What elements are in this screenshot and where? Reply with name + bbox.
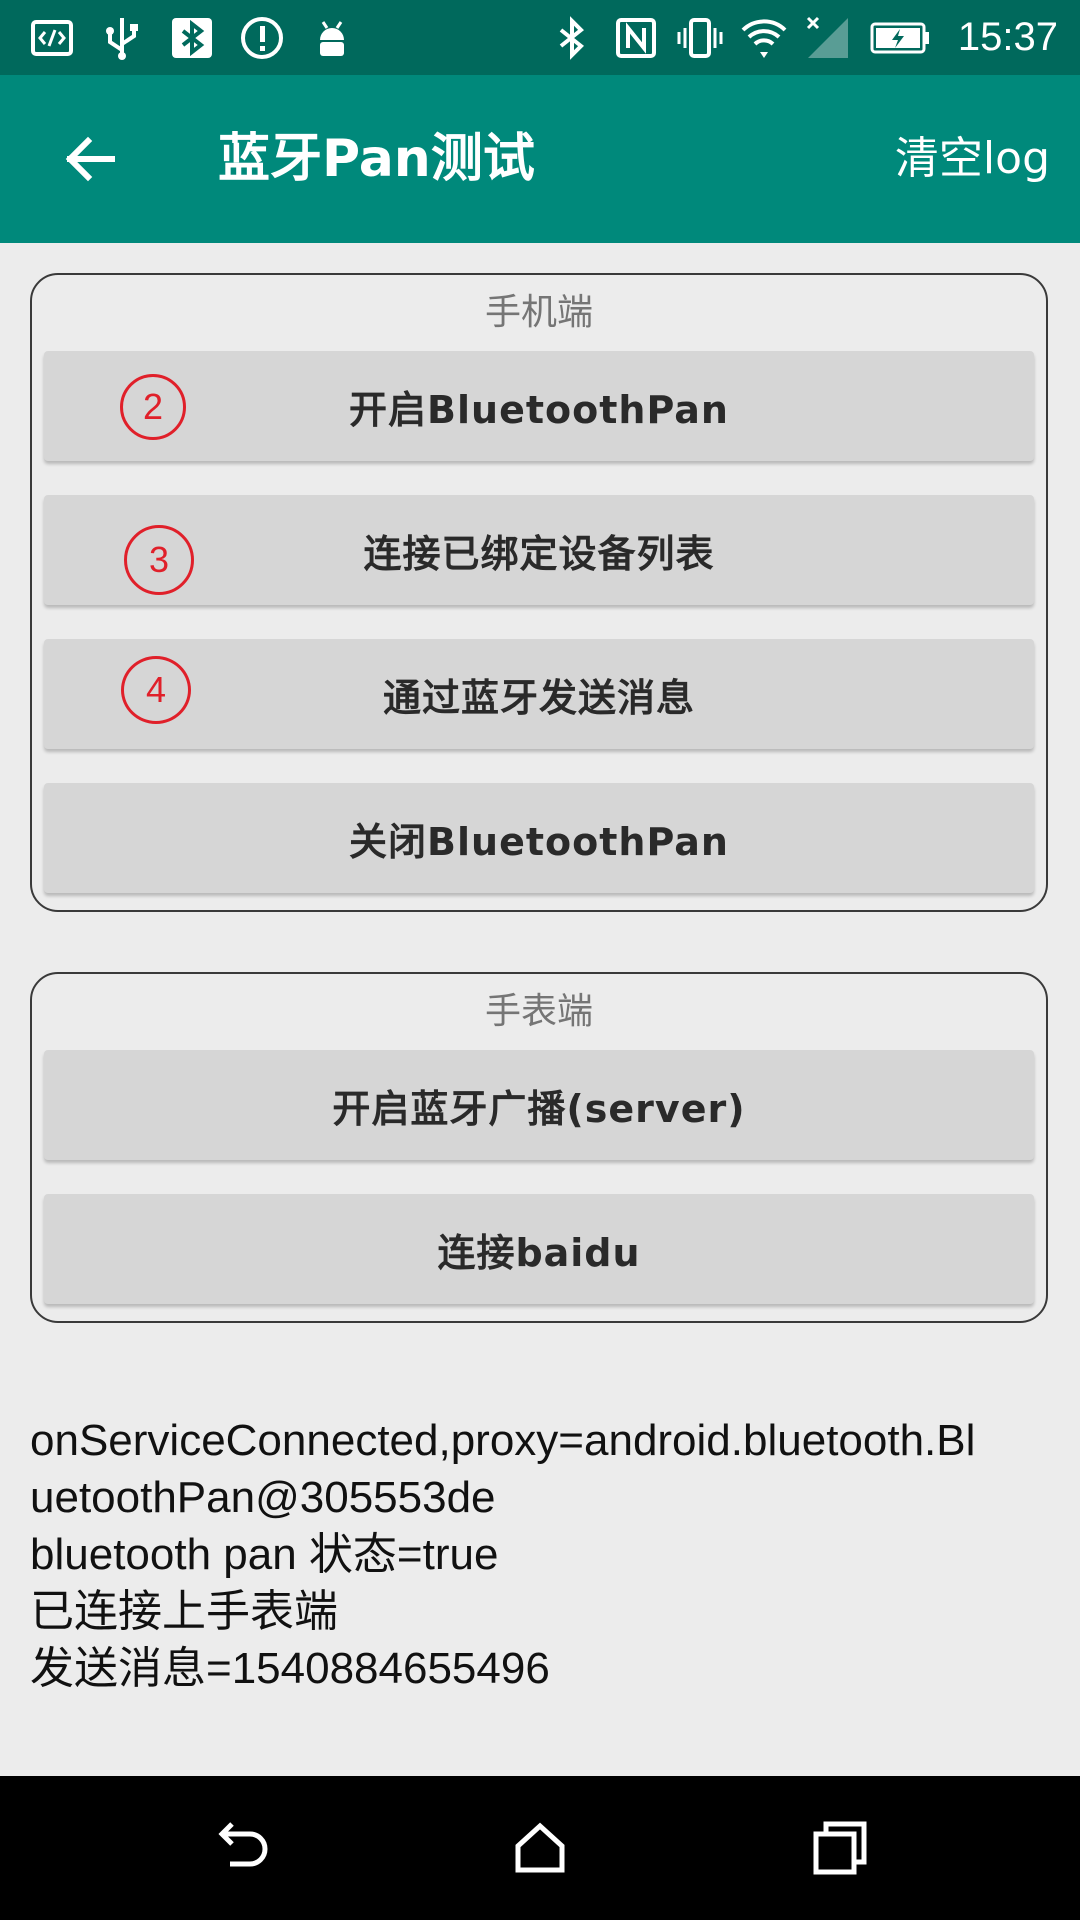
log-line: 发送消息=1540884655496 <box>30 1644 550 1693</box>
step-marker: 2 <box>120 374 186 440</box>
step-marker-label: 4 <box>145 669 167 710</box>
log-line: 已连接上手表端 <box>30 1587 338 1636</box>
wifi-icon <box>741 18 787 58</box>
recents-icon <box>813 1821 867 1875</box>
step-marker-label: 3 <box>148 539 170 580</box>
code-icon <box>31 19 73 56</box>
vibrate-icon <box>677 17 723 58</box>
nav-home-button[interactable] <box>508 1816 572 1880</box>
arrow-left-icon <box>65 136 115 182</box>
start-bluetooth-broadcast-button[interactable]: 开启蓝牙广播(server) <box>44 1050 1034 1160</box>
button-label: 关闭BluetoothPan <box>349 819 729 864</box>
alert-icon <box>241 16 283 59</box>
button-label: 开启BluetoothPan <box>349 387 729 432</box>
log-output: onServiceConnected,proxy=android.bluetoo… <box>30 1412 1060 1697</box>
bluetooth-icon <box>172 17 212 58</box>
log-line: bluetooth pan 状态=true <box>30 1530 499 1579</box>
section-title: 手机端 <box>484 292 593 333</box>
clear-log-button[interactable]: 清空log <box>895 75 1050 243</box>
step-marker: 3 <box>124 525 194 595</box>
log-line: uetoothPan@305553de <box>30 1473 496 1522</box>
status-bar: 15:37 <box>0 0 1080 75</box>
status-bar-left <box>28 0 356 75</box>
battery-icon <box>870 22 929 53</box>
nav-back-button[interactable] <box>208 1816 272 1880</box>
log-line: onServiceConnected,proxy=android.bluetoo… <box>30 1416 976 1465</box>
step-marker-label: 2 <box>142 386 164 427</box>
android-icon <box>320 20 344 56</box>
phone-section: 手机端 开启BluetoothPan 2 连接已绑定设备列表 3 通过蓝牙发送消… <box>30 273 1048 912</box>
connect-baidu-button[interactable]: 连接baidu <box>44 1194 1034 1304</box>
bluetooth-icon <box>559 15 584 60</box>
back-button[interactable] <box>48 117 132 201</box>
back-icon <box>218 1822 268 1867</box>
signal-icon <box>806 16 848 58</box>
screen: 15:37 蓝牙Pan测试 清空log 手机端 开启BluetoothPan 2… <box>0 0 1080 1920</box>
app-bar: 蓝牙Pan测试 清空log <box>0 75 1080 243</box>
watch-section: 手表端 开启蓝牙广播(server) 连接baidu <box>30 972 1048 1323</box>
send-message-button[interactable]: 通过蓝牙发送消息 <box>44 639 1034 749</box>
button-label: 连接baidu <box>437 1230 641 1275</box>
nfc-icon <box>615 17 656 58</box>
nav-recents-button[interactable] <box>808 1816 872 1880</box>
disable-bluetooth-pan-button[interactable]: 关闭BluetoothPan <box>44 783 1034 893</box>
status-time: 15:37 <box>957 15 1058 59</box>
step-marker: 4 <box>121 656 191 724</box>
button-label: 通过蓝牙发送消息 <box>382 675 695 720</box>
section-title: 手表端 <box>484 991 593 1032</box>
home-icon <box>515 1822 565 1873</box>
usb-icon <box>106 17 138 60</box>
navigation-bar <box>0 1776 1080 1920</box>
button-label: 连接已绑定设备列表 <box>363 531 715 576</box>
page-title: 蓝牙Pan测试 <box>218 129 535 189</box>
status-bar-right: 15:37 <box>548 0 1058 75</box>
button-label: 开启蓝牙广播(server) <box>332 1086 746 1131</box>
enable-bluetooth-pan-button[interactable]: 开启BluetoothPan <box>44 351 1034 461</box>
